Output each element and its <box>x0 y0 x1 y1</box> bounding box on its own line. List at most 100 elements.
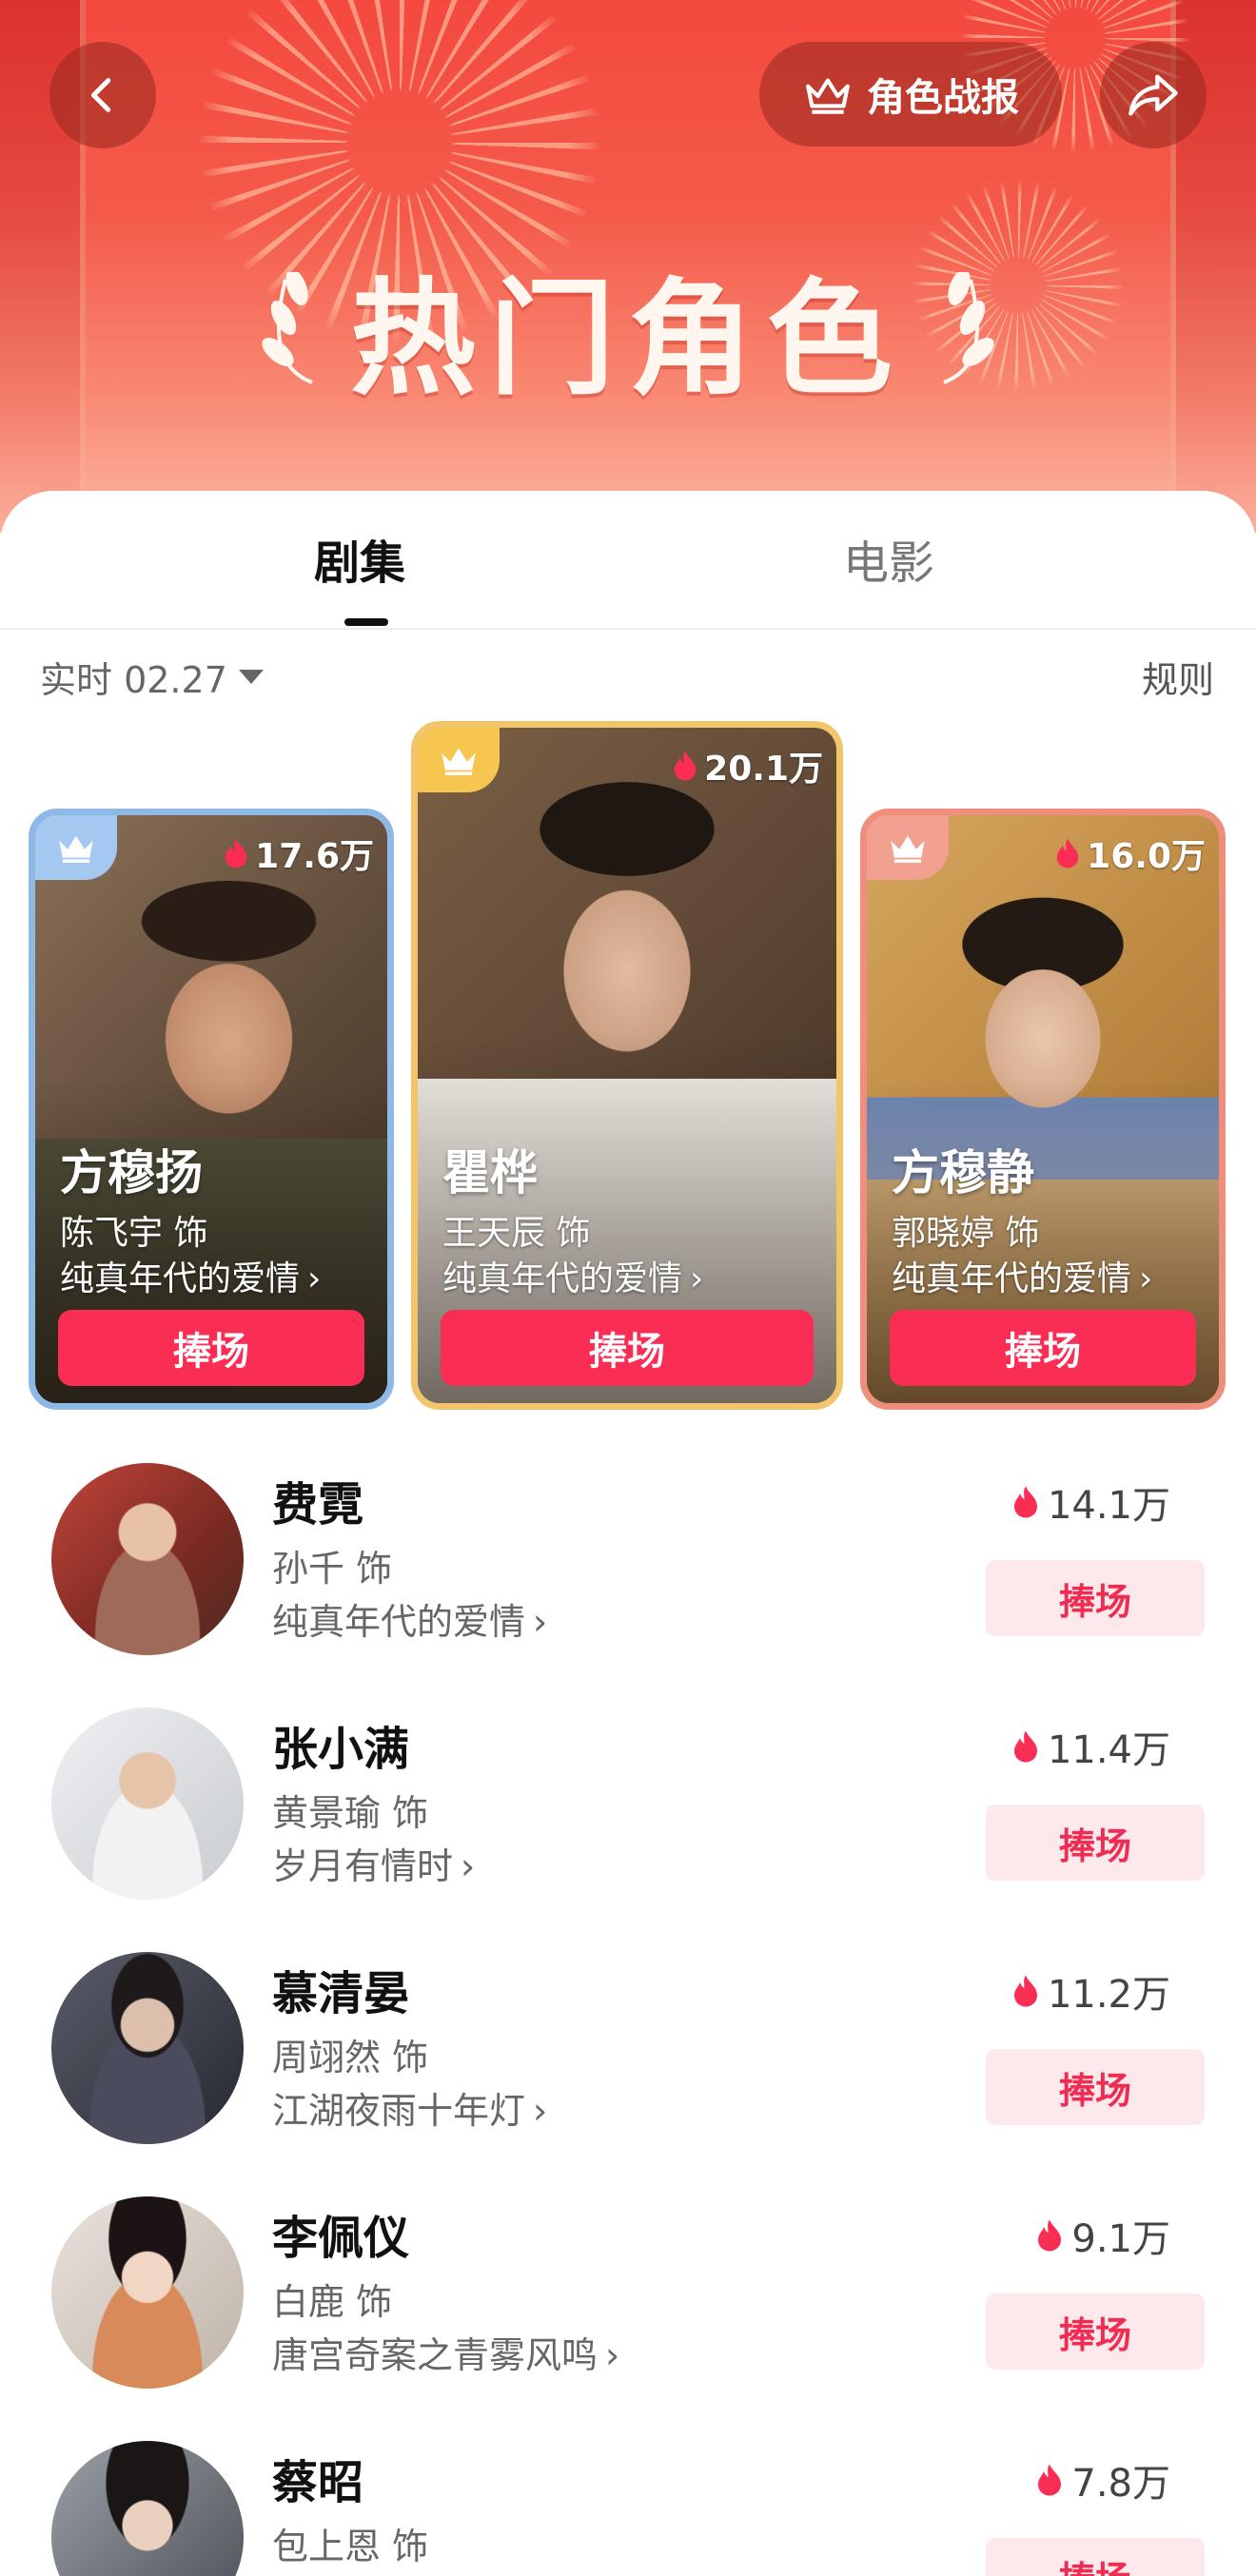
chevron-right-icon: › <box>533 2090 548 2132</box>
date-filter-dropdown[interactable]: 实时 02.27 <box>40 651 264 703</box>
support-button[interactable]: 捧场 <box>986 1805 1205 1881</box>
actor-credit: 包上恩 饰 <box>272 2526 429 2567</box>
character-name: 费霓 <box>272 1478 364 1532</box>
heat-value: 9.1万 <box>1071 2217 1170 2261</box>
support-button[interactable]: 捧场 <box>986 1560 1205 1636</box>
flame-icon <box>1013 1975 1037 2007</box>
share-button[interactable] <box>1100 42 1207 148</box>
list-item[interactable]: 费霓 孙千 饰 纯真年代的爱情 › 14.1万 捧场 <box>0 1463 1256 1682</box>
top-card-rank-1[interactable]: 20.1万 瞿桦 王天辰 饰 纯真年代的爱情 › 捧场 <box>411 721 843 1410</box>
date-filter-label: 实时 02.27 <box>40 659 227 701</box>
flame-icon <box>1038 2464 1062 2496</box>
actor-credit: 黄景瑜 饰 <box>272 1792 429 1834</box>
heat-badge: 20.1万 <box>672 741 823 790</box>
crown-icon <box>806 78 850 114</box>
avatar <box>51 1952 244 2144</box>
heat-count: 7.8万 <box>1035 2452 1170 2508</box>
chevron-right-icon: › <box>307 1259 322 1298</box>
heat-value: 14.1万 <box>1047 1484 1170 1528</box>
show-link[interactable]: 江湖夜雨十年灯 › <box>272 2081 547 2134</box>
header-banner: 角色战报 热门角色 <box>0 0 1256 533</box>
show-link[interactable]: 唐宫奇案之青雾风鸣 › <box>272 2326 619 2378</box>
chevron-right-icon: › <box>690 1259 704 1298</box>
actor-credit: 白鹿 饰 <box>272 2281 393 2323</box>
rank-badge <box>418 728 500 792</box>
show-link[interactable]: 纯真年代的爱情 › <box>60 1251 321 1300</box>
character-name: 张小满 <box>272 1723 410 1776</box>
show-title: 纯真年代的爱情 <box>892 1259 1132 1298</box>
heat-value: 17.6万 <box>255 837 374 876</box>
rank-badge <box>867 815 949 880</box>
heat-value: 20.1万 <box>704 750 823 789</box>
character-name: 瞿桦 <box>442 1145 538 1200</box>
rank-badge <box>35 815 117 880</box>
back-button[interactable] <box>49 42 156 148</box>
show-title: 江湖夜雨十年灯 <box>272 2090 526 2132</box>
chevron-right-icon: › <box>605 2334 620 2376</box>
flame-icon <box>1013 1486 1037 1518</box>
show-title: 纯真年代的爱情 <box>60 1259 301 1298</box>
heat-count: 9.1万 <box>1035 2208 1170 2263</box>
show-title: 唐宫奇案之青雾风鸣 <box>272 2334 599 2376</box>
top-card-rank-2[interactable]: 17.6万 方穆扬 陈飞宇 饰 纯真年代的爱情 › 捧场 <box>29 809 394 1410</box>
show-title: 岁月有情时 <box>272 1845 454 1887</box>
role-report-label: 角色战报 <box>867 76 1019 120</box>
chevron-right-icon: › <box>533 1601 548 1643</box>
rules-link[interactable]: 规则 <box>1142 651 1214 703</box>
active-tab-indicator <box>344 618 388 626</box>
caret-down-icon <box>238 670 264 684</box>
page-title-row: 热门角色 <box>0 238 1256 420</box>
avatar <box>51 1463 244 1655</box>
list-item[interactable]: 蔡昭 包上恩 饰 7.8万 捧场 <box>0 2441 1256 2576</box>
support-button[interactable]: 捧场 <box>441 1310 814 1386</box>
actor-credit: 郭晓婷 饰 <box>892 1214 1040 1253</box>
support-button[interactable]: 捧场 <box>986 2049 1205 2125</box>
flame-icon <box>674 751 697 781</box>
heat-badge: 16.0万 <box>1054 829 1206 878</box>
actor-credit: 王天辰 饰 <box>442 1214 591 1253</box>
character-name: 慕清晏 <box>272 1967 410 2020</box>
flame-icon <box>225 838 247 868</box>
top-card-rank-3[interactable]: 16.0万 方穆静 郭晓婷 饰 纯真年代的爱情 › 捧场 <box>860 809 1226 1410</box>
heat-count: 11.2万 <box>1011 1963 1170 2019</box>
list-item[interactable]: 张小满 黄景瑜 饰 岁月有情时 › 11.4万 捧场 <box>0 1708 1256 1926</box>
show-title: 纯真年代的爱情 <box>442 1259 683 1298</box>
heat-value: 16.0万 <box>1087 837 1206 876</box>
tab-movie[interactable]: 电影 <box>843 525 934 592</box>
tab-drama[interactable]: 剧集 <box>314 525 405 592</box>
support-button[interactable]: 捧场 <box>58 1310 364 1386</box>
show-link[interactable]: 纯真年代的爱情 › <box>892 1251 1152 1300</box>
support-button[interactable]: 捧场 <box>890 1310 1196 1386</box>
show-link[interactable]: 纯真年代的爱情 › <box>442 1251 703 1300</box>
avatar <box>51 2196 244 2389</box>
list-item[interactable]: 慕清晏 周翊然 饰 江湖夜雨十年灯 › 11.2万 捧场 <box>0 1952 1256 2171</box>
laurel-left-icon <box>262 271 313 384</box>
character-name: 蔡昭 <box>272 2456 364 2509</box>
flame-icon <box>1056 838 1079 868</box>
heat-count: 14.1万 <box>1011 1474 1170 1530</box>
heat-value: 7.8万 <box>1071 2462 1170 2506</box>
list-item[interactable]: 李佩仪 白鹿 饰 唐宫奇案之青雾风鸣 › 9.1万 捧场 <box>0 2196 1256 2415</box>
character-name: 李佩仪 <box>272 2212 410 2265</box>
category-tabs: 剧集 电影 <box>0 491 1256 630</box>
show-title: 纯真年代的爱情 <box>272 1601 526 1643</box>
show-link[interactable]: 纯真年代的爱情 › <box>272 1592 547 1645</box>
share-icon <box>1128 74 1178 116</box>
chevron-right-icon: › <box>1139 1259 1153 1298</box>
laurel-right-icon <box>943 271 994 384</box>
crown-icon <box>442 748 476 775</box>
character-name: 方穆静 <box>892 1145 1034 1200</box>
role-report-button[interactable]: 角色战报 <box>759 42 1062 146</box>
crown-icon <box>59 835 93 863</box>
flame-icon <box>1038 2219 1062 2252</box>
flame-icon <box>1013 1730 1037 1763</box>
support-button[interactable]: 捧场 <box>986 2293 1205 2370</box>
character-name: 方穆扬 <box>60 1145 203 1200</box>
page-title: 热门角色 <box>350 266 906 413</box>
actor-credit: 周翊然 饰 <box>272 2037 429 2078</box>
actor-credit: 孙千 饰 <box>272 1548 393 1590</box>
crown-icon <box>891 835 925 863</box>
chevron-right-icon: › <box>461 1845 476 1887</box>
show-link[interactable]: 岁月有情时 › <box>272 1837 475 1889</box>
support-button[interactable]: 捧场 <box>986 2538 1205 2576</box>
